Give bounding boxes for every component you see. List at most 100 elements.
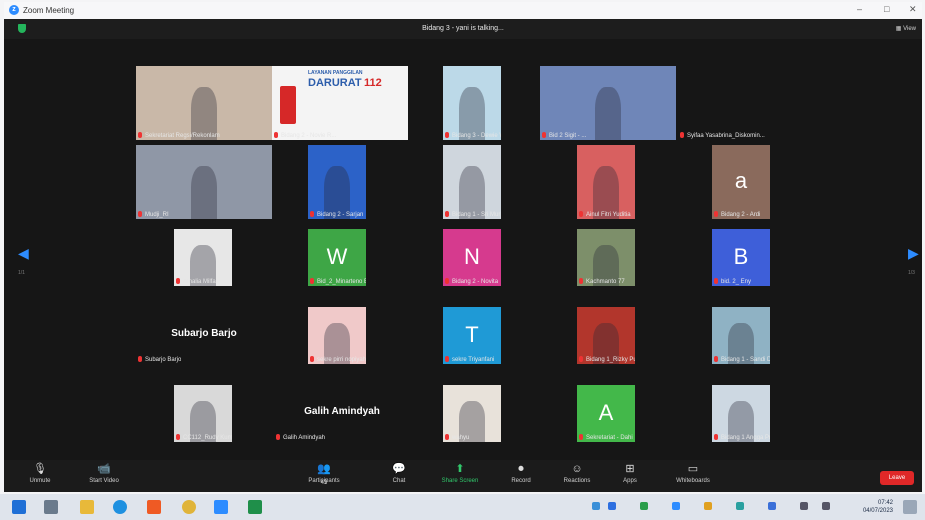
participant-tile[interactable]: Bidang 2 - Sarjan — [308, 145, 366, 219]
participant-name-label: Amalia Milfa — [176, 278, 216, 285]
participant-tile[interactable]: Bid 2 Sigit - ... — [540, 66, 676, 140]
tray-zoom-icon[interactable] — [672, 502, 680, 510]
participant-tile[interactable]: Ainul Fitri Yuditia — [577, 145, 635, 219]
view-button[interactable]: ▦ View — [896, 25, 916, 32]
participant-name-label: sekre pirri nopiyah — [310, 356, 366, 363]
participant-name: Kachmanto 77 — [586, 279, 625, 285]
zoom-window: z Zoom Meeting – □ ✕ Bidang 3 - yani is … — [4, 2, 922, 492]
tray-app-icon[interactable] — [592, 502, 600, 510]
previous-page-arrow-icon[interactable]: ◀ — [18, 245, 29, 262]
participant-name: Amalia Milfa — [183, 279, 216, 285]
participant-tile[interactable]: Bidang 3 - Dewie Wibowo — [443, 66, 501, 140]
participant-tile[interactable]: Galih Amindyah Galih Amindyah — [274, 385, 410, 442]
file-explorer-icon[interactable] — [80, 500, 94, 514]
participant-tile[interactable]: Bidang 1 - Sri Murjani — [443, 145, 501, 219]
participant-tile[interactable]: Subarjo Barjo Subarjo Barjo — [136, 307, 272, 364]
participant-tile[interactable]: Bidang 1 Angga Prastowo — [712, 385, 770, 442]
muted-mic-icon — [176, 278, 180, 284]
avatar-letter: B — [733, 244, 749, 269]
muted-mic-icon — [579, 211, 583, 217]
poster-112: LAYANAN PANGGILAN DARURAT 112 — [272, 66, 408, 140]
chat-button[interactable]: 💬 Chat — [384, 463, 414, 484]
reactions-button[interactable]: ☺ Reactions — [556, 463, 598, 484]
participant-name-label: Syifaa Yasabrina_Diskomin... — [680, 132, 765, 139]
participant-tile[interactable]: N Bidang 2 - Novita — [443, 229, 501, 286]
video-person-silhouette — [595, 87, 621, 140]
edge-browser-icon[interactable] — [113, 500, 127, 514]
volume-icon[interactable] — [822, 502, 830, 510]
leave-button[interactable]: Leave — [880, 471, 914, 485]
participant-tile[interactable]: CC112_Rudy Kumawan — [174, 385, 232, 442]
participant-name: Bidang 2 - Sarjan — [317, 212, 364, 218]
tray-app-icon[interactable] — [736, 502, 744, 510]
zoom-logo-icon: z — [9, 5, 19, 15]
start-video-label: Start Video — [89, 478, 119, 484]
zoom-taskbar-icon[interactable] — [214, 500, 228, 514]
muted-mic-icon — [274, 132, 278, 138]
record-button[interactable]: ⏺ Record — [504, 463, 538, 484]
brave-browser-icon[interactable] — [147, 500, 161, 514]
system-clock[interactable]: 07:42 04/07/2023 — [863, 499, 893, 515]
participant-tile[interactable]: Tsekre Triyanfani — [443, 307, 501, 364]
notification-icon[interactable] — [903, 500, 917, 514]
video-off-icon: 📹 — [97, 463, 111, 475]
windows-start-icon[interactable] — [12, 500, 26, 514]
unmute-button[interactable]: 🎙 Unmute — [22, 463, 58, 484]
participant-name: Subarjo Barjo — [145, 357, 182, 363]
start-video-button[interactable]: 📹 Start Video — [82, 463, 126, 484]
poster-line1: LAYANAN PANGGILAN — [308, 70, 363, 76]
previous-page-number: 1/1 — [18, 270, 25, 276]
whiteboards-button[interactable]: ▭ Whiteboards — [666, 463, 720, 484]
participant-name: Mudji_RI — [145, 212, 169, 218]
chat-bubble-icon: 💬 — [392, 463, 406, 475]
participant-tile[interactable]: Bbid. 2_ Eny — [712, 229, 770, 286]
chrome-browser-icon[interactable] — [182, 500, 196, 514]
muted-mic-icon — [445, 278, 449, 284]
muted-mic-icon — [714, 356, 718, 362]
participant-tile[interactable]: A Sekretariat - Dahi — [577, 385, 635, 442]
next-page-arrow-icon[interactable]: ▶ — [908, 245, 919, 262]
excel-taskbar-icon[interactable] — [248, 500, 262, 514]
participant-tile[interactable]: Sekretariat Regsi/Rekonlam — [136, 66, 272, 140]
participant-name: bid. 2_ Eny — [721, 279, 752, 285]
whiteboard-icon: ▭ — [687, 463, 699, 475]
participants-button[interactable]: 👥43 Participants — [300, 463, 348, 486]
participant-tile[interactable]: LAYANAN PANGGILAN DARURAT 112 Bidang 2 - No… — [272, 66, 408, 140]
muted-mic-icon — [714, 211, 718, 217]
participant-tile[interactable]: a Bidang 2 - Ardi — [712, 145, 770, 219]
close-button[interactable]: ✕ — [909, 4, 917, 15]
participant-tile[interactable]: Kachmanto 77 — [577, 229, 635, 286]
task-view-icon[interactable] — [44, 500, 58, 514]
participant-name-label: Bidang 2 - Ardi — [714, 211, 760, 218]
tray-app-icon[interactable] — [640, 502, 648, 510]
participant-tile[interactable]: wahyu — [443, 385, 501, 442]
participant-tile[interactable]: Amalia Milfa — [174, 229, 232, 286]
avatar-letter: T — [465, 322, 479, 347]
muted-mic-icon — [714, 434, 718, 440]
participant-name-label: Bidang 2 - Novie R... — [274, 132, 336, 139]
network-icon[interactable] — [800, 502, 808, 510]
participant-name-label: Bidang 1 - Sandi Dies — [714, 356, 770, 363]
apps-button[interactable]: ⊞ Apps — [616, 463, 644, 484]
maximize-button[interactable]: □ — [884, 4, 889, 14]
participant-tile[interactable]: Bidang 1_Rizky Putri — [577, 307, 635, 364]
muted-mic-icon — [579, 356, 583, 362]
tray-app-icon[interactable] — [704, 502, 712, 510]
participant-display-name: Galih Amindyah — [304, 406, 380, 417]
muted-mic-icon — [276, 434, 280, 440]
participant-display-name: Subarjo Barjo — [171, 328, 237, 339]
participant-tile[interactable]: Mudji_RI — [136, 145, 272, 219]
muted-mic-icon — [714, 278, 718, 284]
muted-mic-icon — [138, 356, 142, 362]
participant-tile[interactable]: sekre pirri nopiyah — [308, 307, 366, 364]
participant-tile[interactable]: Syifaa Yasabrina_Diskomin... — [678, 66, 814, 140]
tray-app-icon[interactable] — [608, 502, 616, 510]
share-screen-button[interactable]: ⬆ Share Screen — [436, 463, 484, 484]
participants-icon: 👥43 — [317, 463, 331, 486]
participant-tile[interactable]: Bidang 1 - Sandi Dies — [712, 307, 770, 364]
participant-name-label: Sekretariat Regsi/Rekonlam — [138, 132, 220, 139]
tray-app-icon[interactable] — [768, 502, 776, 510]
minimize-button[interactable]: – — [857, 4, 862, 14]
participant-tile[interactable]: W Bid_2_Minarteno Bantul — [308, 229, 366, 286]
participant-name-label: Bidang 2 - Novita — [445, 278, 498, 285]
